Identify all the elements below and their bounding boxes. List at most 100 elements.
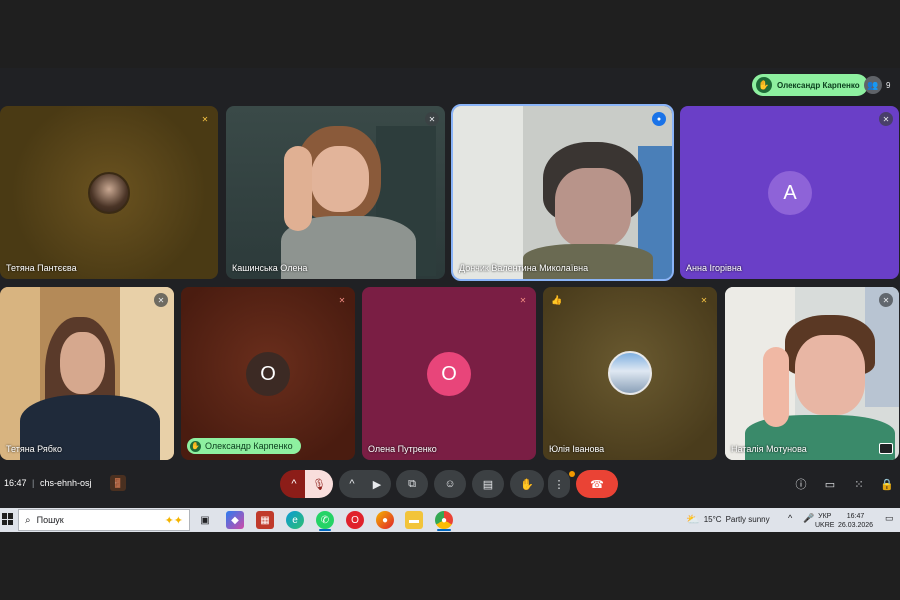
active-indicator: [437, 529, 451, 531]
chevron-up-icon: ^: [349, 478, 355, 490]
microphone-tray-icon[interactable]: 🎤: [803, 514, 814, 523]
meeting-time: 16:47: [4, 478, 27, 488]
captions-icon: ▤: [482, 478, 494, 491]
speaking-indicator-icon: ●: [652, 112, 666, 126]
mic-off-icon: ✕: [879, 293, 893, 307]
system-clock[interactable]: 16:47 26.03.2026: [838, 512, 873, 530]
weather-widget[interactable]: ⛅ 15°C Partly sunny: [686, 513, 770, 526]
clock-date: 26.03.2026: [838, 522, 874, 529]
chrome-icon[interactable]: ●: [435, 511, 453, 529]
mic-toggle-button[interactable]: 🎙: [305, 470, 333, 498]
chevron-up-icon[interactable]: ^: [788, 514, 792, 523]
more-vert-icon: ⋮: [553, 478, 565, 491]
video-person: [795, 335, 865, 415]
search-icon: ⌕: [25, 514, 31, 526]
video-person: [311, 146, 369, 212]
reactions-button[interactable]: ☺: [434, 470, 466, 498]
weather-desc: Partly sunny: [725, 515, 770, 524]
raised-hand-name: Олександр Карпенко: [777, 80, 860, 90]
camera-icon: ▶: [372, 478, 382, 491]
chat-icon[interactable]: ▭: [822, 476, 838, 492]
emoji-icon: ☺: [444, 478, 456, 490]
activities-icon[interactable]: ⁙: [851, 476, 867, 492]
copilot-icon[interactable]: ◆: [226, 511, 244, 529]
avatar: А: [768, 171, 812, 215]
participant-tile[interactable]: А ✕ Анна Ігорівна: [680, 106, 899, 279]
present-button[interactable]: ⧉: [396, 470, 428, 498]
participant-name: Кашинська Олена: [232, 263, 308, 273]
raised-hand-chip[interactable]: ✋ Олександр Карпенко: [752, 74, 868, 96]
info-icon[interactable]: ⓘ: [793, 476, 809, 492]
language-line1: УКР: [818, 513, 832, 520]
notification-dot: [569, 471, 575, 477]
mic-off-icon: ✕: [425, 112, 439, 126]
raised-hand-icon: ✋: [190, 440, 201, 452]
raised-hand-icon: ✋: [756, 77, 772, 93]
mic-off-icon: ✕: [700, 295, 708, 305]
taskbar-search[interactable]: ⌕ Пошук ✦✦: [18, 509, 190, 531]
participant-tile[interactable]: ✕ Тетяна Рябко: [0, 287, 174, 460]
door-icon[interactable]: 🚪: [110, 475, 126, 491]
mic-off-icon: ✕: [201, 114, 209, 124]
participant-name: Олександр Карпенко: [205, 441, 293, 451]
edge-icon[interactable]: e: [286, 511, 304, 529]
meeting-code[interactable]: chs-ehnh-osj: [40, 478, 92, 488]
video-hand: [284, 146, 312, 231]
whatsapp-icon[interactable]: ✆: [316, 511, 334, 529]
participant-tile[interactable]: О ✕ Олена Путренко: [362, 287, 536, 460]
participants-button[interactable]: 👥 9: [864, 75, 890, 95]
language-indicator[interactable]: УКР UKRE: [815, 512, 834, 530]
participant-name: Анна Ігорівна: [686, 263, 742, 273]
chevron-up-icon: ^: [291, 478, 297, 490]
language-line2: UKRE: [815, 522, 835, 529]
participant-tile[interactable]: ✕ Тетяна Пантєєва: [0, 106, 218, 279]
leave-call-button[interactable]: ☎: [576, 470, 618, 498]
participant-tile[interactable]: ● Дончик Валентина Миколаївна: [451, 104, 674, 281]
partly-sunny-icon: ⛅: [686, 514, 700, 526]
file-explorer-icon[interactable]: ▬: [405, 511, 423, 529]
video-person: [60, 332, 105, 394]
pip-icon[interactable]: [879, 443, 893, 454]
audio-options-button[interactable]: ^: [280, 470, 308, 498]
present-screen-icon: ⧉: [408, 477, 416, 490]
mic-off-icon: 🎙: [312, 478, 326, 491]
mic-off-icon: ✕: [338, 295, 346, 305]
participant-name: Наталія Мотунова: [731, 444, 807, 454]
video-options-button[interactable]: ^: [339, 470, 365, 498]
active-indicator: [319, 529, 331, 531]
notifications-icon[interactable]: ▭: [885, 514, 894, 523]
mic-off-icon: ✕: [519, 295, 527, 305]
participant-tile[interactable]: ✕ Наталія Мотунова: [725, 287, 899, 460]
video-person: [555, 168, 631, 248]
captions-button[interactable]: ▤: [472, 470, 504, 498]
raise-hand-button[interactable]: ✋: [510, 470, 544, 498]
participants-avatars-icon: 👥: [864, 76, 882, 94]
task-view-icon[interactable]: ▣: [196, 511, 214, 529]
opera-icon[interactable]: O: [346, 511, 364, 529]
avatar: [608, 351, 652, 395]
store-icon[interactable]: ▦: [256, 511, 274, 529]
video-person: [523, 244, 653, 279]
thumbs-up-icon: 👍: [551, 295, 563, 305]
clock-time: 16:47: [846, 513, 865, 520]
yandex-browser-icon[interactable]: ●: [376, 511, 394, 529]
participant-tile[interactable]: ✕ Кашинська Олена: [226, 106, 445, 279]
avatar: О: [246, 352, 290, 396]
weather-temp: 15°C: [703, 515, 722, 524]
video-background: [453, 106, 523, 279]
participant-name: Олена Путренко: [368, 444, 437, 454]
participant-name: Тетяна Рябко: [6, 444, 62, 454]
hand-icon: ✋: [520, 478, 534, 491]
avatar: О: [427, 352, 471, 396]
separator: |: [32, 478, 35, 488]
participant-name: Дончик Валентина Миколаївна: [459, 263, 589, 273]
screen: ✋ Олександр Карпенко 👥 9 ✕ Тетяна Пантєє…: [0, 0, 900, 600]
camera-toggle-button[interactable]: ▶: [363, 470, 391, 498]
raised-hand-nameplate: ✋ Олександр Карпенко: [187, 438, 301, 454]
windows-start-icon[interactable]: [2, 513, 14, 525]
more-options-button[interactable]: ⋮: [548, 470, 570, 498]
participant-tile[interactable]: 👍 ✕ Юлія Іванова: [543, 287, 717, 460]
host-controls-icon[interactable]: 🔒: [879, 476, 895, 492]
search-placeholder: Пошук: [36, 515, 64, 525]
participant-tile[interactable]: О ✕ ✋ Олександр Карпенко: [181, 287, 355, 460]
